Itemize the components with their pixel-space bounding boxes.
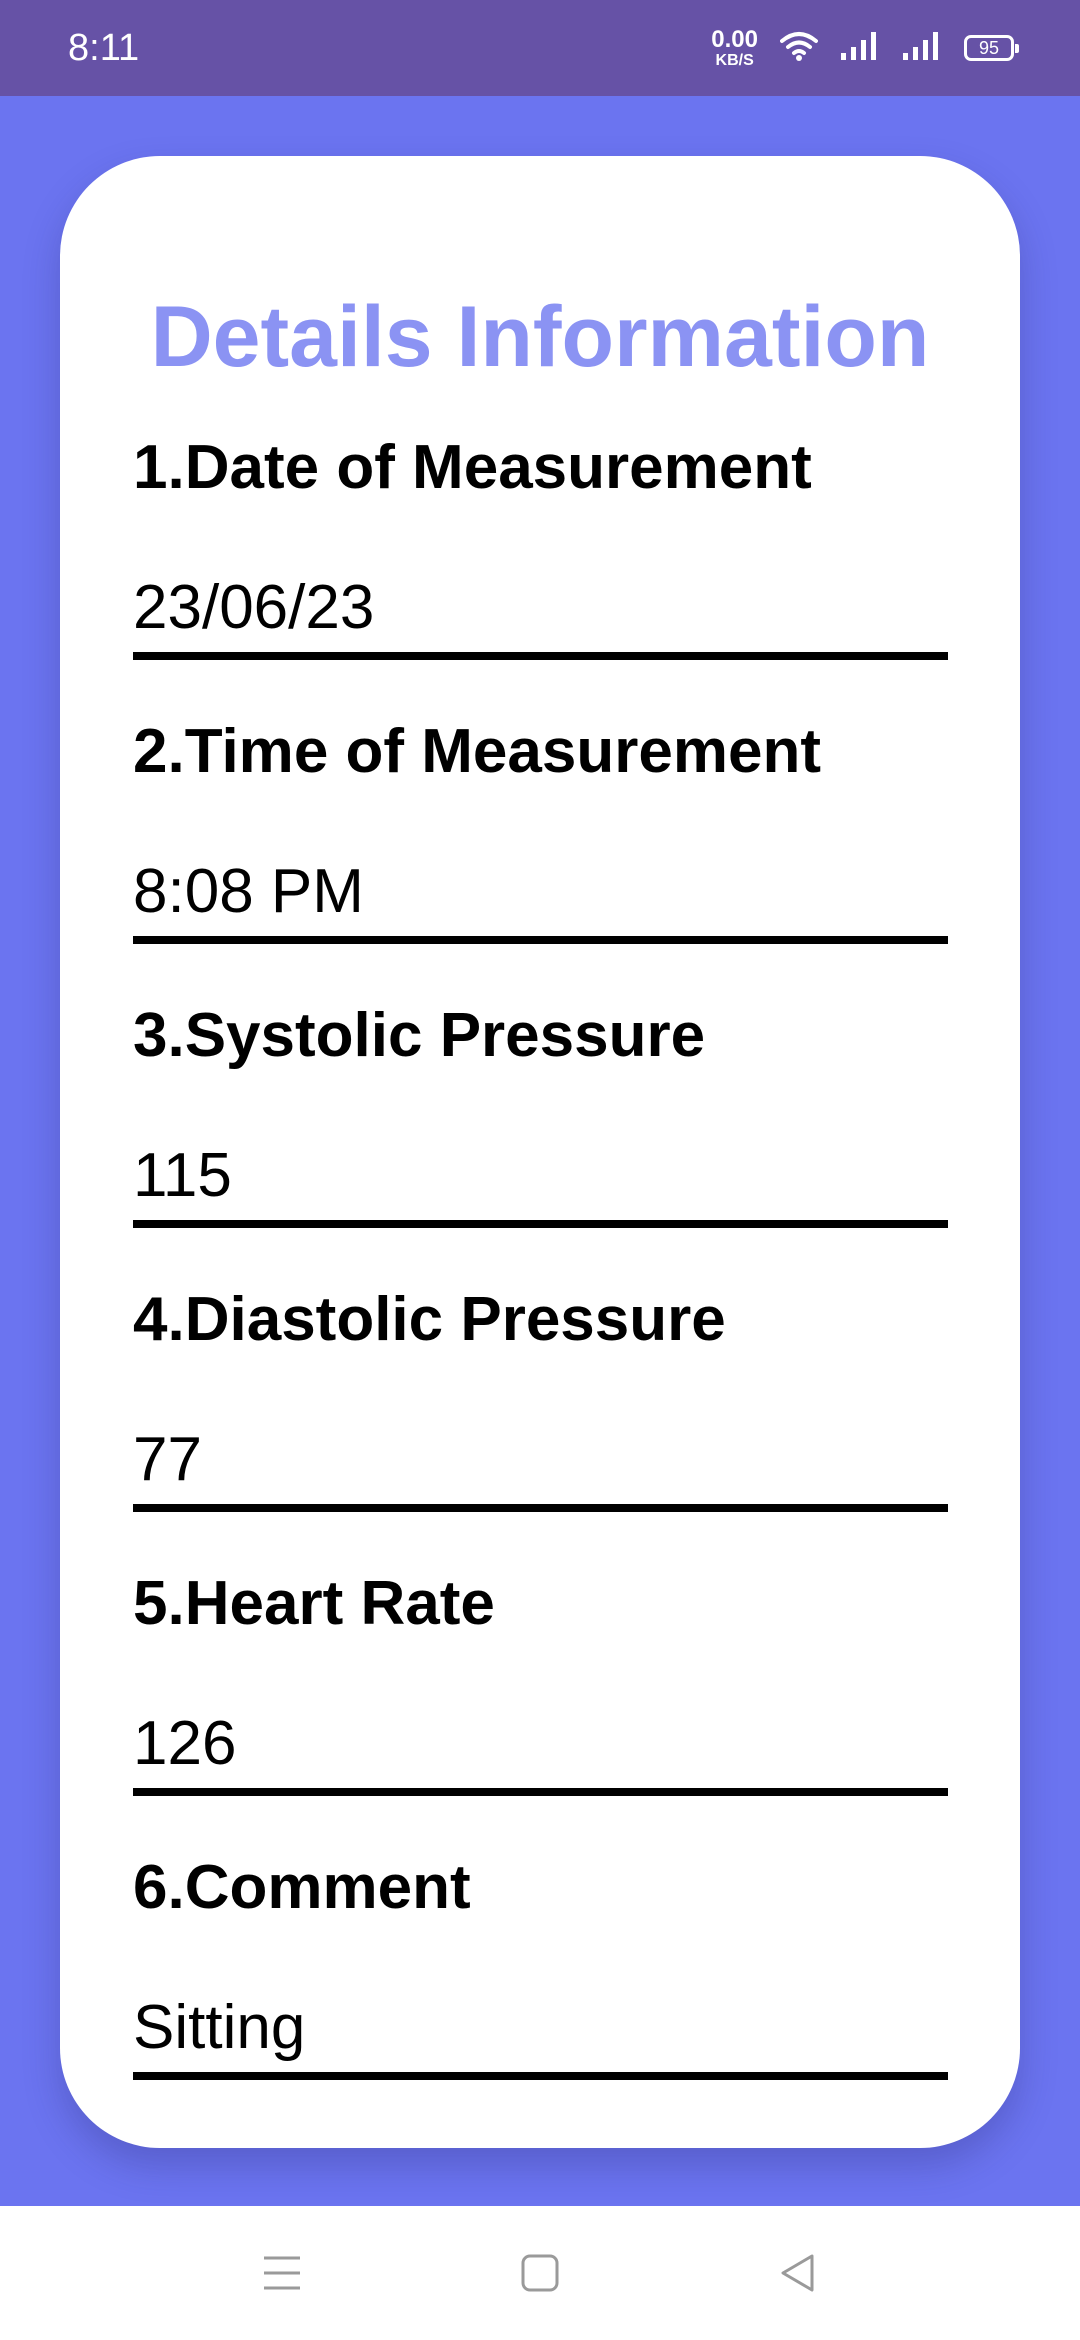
network-speed: 0.00 KB/S [711, 25, 758, 69]
main-content: Details Information 1.Date of Measuremen… [0, 96, 1080, 2206]
comment-label: 6.Comment [133, 1853, 471, 1922]
time-field: 2.Time of Measurement [133, 712, 948, 996]
status-indicators: 0.00 KB/S 95 [711, 25, 1019, 70]
menu-icon [261, 2253, 303, 2298]
diastolic-input[interactable] [133, 1414, 948, 1512]
details-card: Details Information 1.Date of Measuremen… [60, 156, 1020, 2148]
comment-field: 6.Comment [133, 1848, 948, 2132]
back-button[interactable] [763, 2240, 833, 2310]
heart-rate-field: 5.Heart Rate [133, 1564, 948, 1848]
heart-rate-label: 5.Heart Rate [133, 1569, 495, 1638]
comment-input[interactable] [133, 1982, 948, 2080]
systolic-field: 3.Systolic Pressure [133, 996, 948, 1280]
home-square-icon [520, 2253, 560, 2298]
back-triangle-icon [778, 2253, 818, 2298]
status-bar: 8:11 0.00 KB/S 95 [0, 0, 1080, 96]
cell-signal-icon [840, 31, 880, 66]
systolic-label: 3.Systolic Pressure [133, 1001, 706, 1070]
battery-icon: 95 [964, 35, 1019, 61]
page-title: Details Information [150, 289, 930, 385]
systolic-input[interactable] [133, 1130, 948, 1228]
time-input[interactable] [133, 846, 948, 944]
navigation-bar [0, 2206, 1080, 2340]
status-time: 8:11 [68, 27, 140, 69]
diastolic-label: 4.Diastolic Pressure [133, 1285, 726, 1354]
date-label: 1.Date of Measurement [133, 433, 812, 502]
network-speed-value: 0.00 [711, 25, 758, 53]
heart-rate-input[interactable] [133, 1698, 948, 1796]
date-field: 1.Date of Measurement [133, 428, 948, 712]
wifi-icon [780, 31, 818, 66]
diastolic-field: 4.Diastolic Pressure [133, 1280, 948, 1564]
date-input[interactable] [133, 562, 948, 660]
time-label: 2.Time of Measurement [133, 717, 821, 786]
network-speed-unit: KB/S [715, 51, 754, 69]
menu-button[interactable] [247, 2240, 317, 2310]
cell-signal-icon-2 [902, 31, 942, 66]
home-button[interactable] [505, 2240, 575, 2310]
